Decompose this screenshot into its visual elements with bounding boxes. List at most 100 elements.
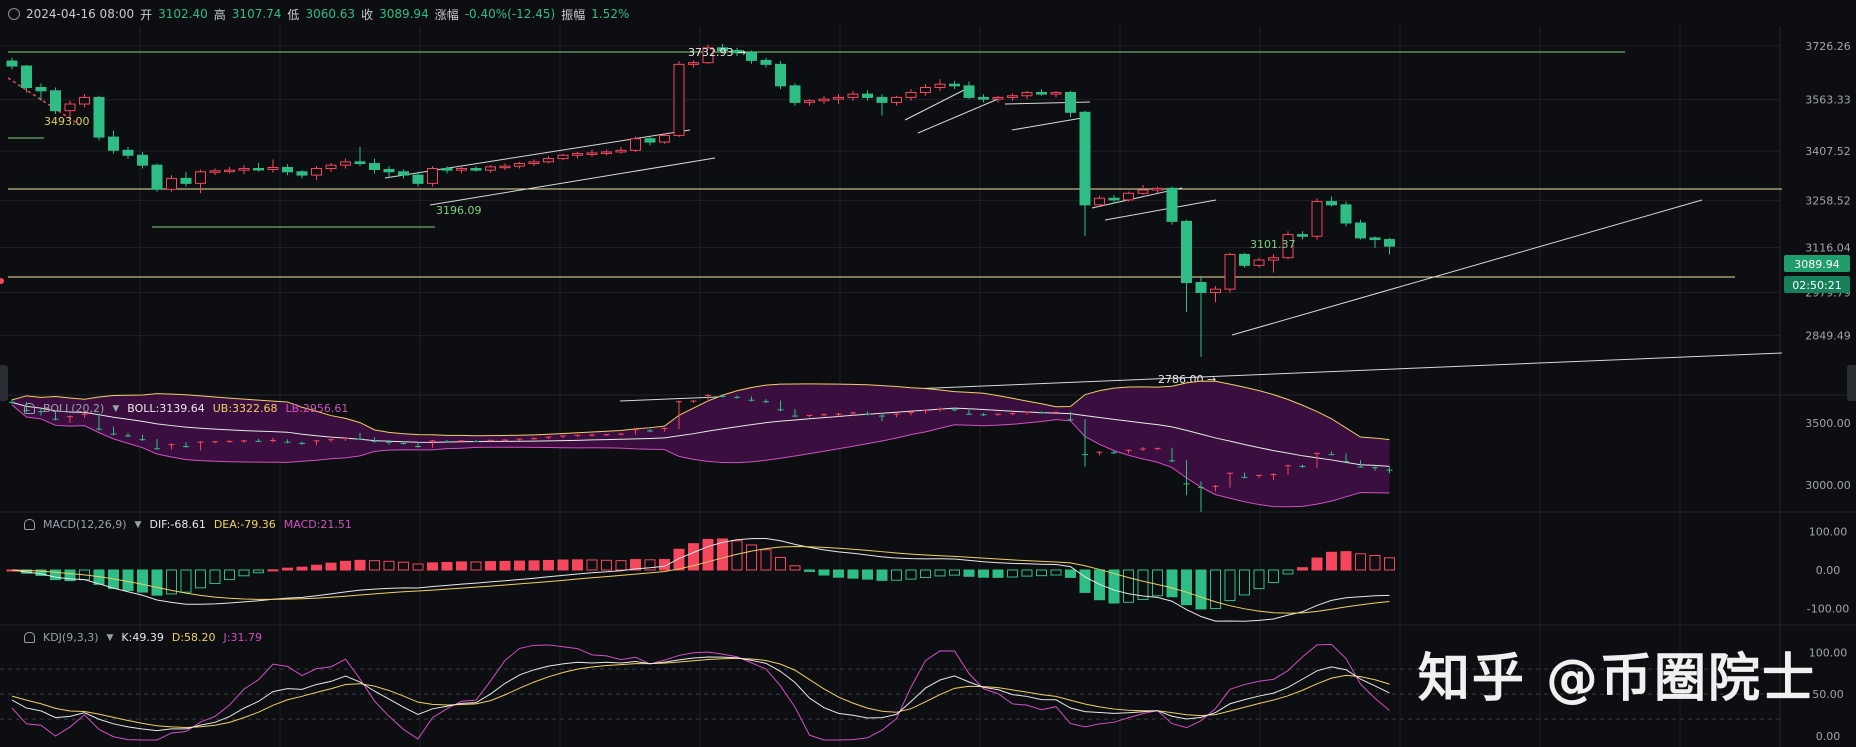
macd-histogram-bar (760, 549, 772, 571)
kdj-name: KDJ(9,3,3) (43, 631, 99, 644)
low-label: 低 (287, 7, 300, 22)
macd-histogram-bar (1326, 551, 1337, 571)
boll-band-fill (12, 381, 1390, 507)
macd-histogram-bar (1340, 551, 1352, 571)
macd-histogram-bar (180, 569, 192, 593)
candle-body (253, 167, 264, 171)
candle-body (325, 164, 337, 169)
candle-body (238, 167, 250, 171)
macd-name: MACD(12,26,9) (43, 518, 127, 531)
candle-body (122, 149, 134, 156)
dropdown-triangle-icon[interactable]: ▼ (135, 520, 142, 530)
change-label: 涨幅 (434, 7, 459, 22)
candle-body (79, 96, 90, 105)
kline-chart[interactable]: 3732.93 →2786.00 →3493.003196.093101.373… (0, 0, 1856, 747)
macd-histogram-bar (775, 556, 786, 571)
price-tick: 3116.04 (1805, 241, 1851, 254)
candle-body (1195, 282, 1207, 293)
left-collapse-handle[interactable] (0, 365, 8, 401)
macd-histogram-bar (1065, 569, 1076, 578)
kdj-j-line (11, 643, 1390, 741)
channel-bottom (429, 157, 716, 206)
current-price-label: 3089.94 (1794, 258, 1840, 271)
boll-indicator-bar: BOLL(20,2) ▼ BOLL:3139.64 UB:3322.68 LB:… (24, 402, 348, 415)
macd-histogram-bar (1384, 557, 1395, 571)
price-tick: 3258.52 (1805, 194, 1851, 207)
collapse-circle-icon[interactable] (8, 8, 20, 20)
macd-histogram-bar (601, 559, 612, 571)
macd-histogram-bar (978, 569, 989, 578)
candle-body (267, 166, 279, 170)
dropdown-triangle-icon[interactable]: ▼ (107, 633, 114, 643)
boll-lb: LB:2956.61 (285, 402, 349, 415)
candle-body (470, 167, 482, 171)
candle-body (108, 136, 119, 151)
candle-body (1340, 204, 1352, 224)
macd-histogram-bar (1094, 569, 1105, 601)
dropdown-triangle-icon[interactable]: ▼ (112, 404, 119, 414)
macd-histogram-bar (1079, 569, 1091, 593)
candle-body (601, 151, 612, 154)
close-value: 3089.94 (379, 7, 429, 21)
candle-body (557, 154, 569, 160)
macd-histogram-bar (804, 569, 815, 572)
candle-body (137, 154, 148, 166)
change-value: -0.40%(-12.45) (464, 7, 556, 21)
boll-tick: 3500.00 (1805, 417, 1851, 430)
macd-histogram-bar (891, 569, 902, 581)
candle-body (891, 96, 902, 103)
channel4-bottom (1104, 199, 1217, 221)
annotation-3196: 3196.09 (436, 204, 482, 217)
candle-body (862, 93, 873, 98)
high-label: 高 (213, 7, 226, 22)
candle-body (978, 96, 989, 100)
macd-histogram-bar (282, 567, 293, 571)
macd-histogram-bar (122, 569, 134, 592)
channel2-bottom (917, 98, 999, 134)
boll-name: BOLL(20,2) (43, 402, 105, 415)
macd-histogram-bar (1297, 567, 1308, 571)
macd-histogram-bar (673, 548, 685, 571)
candle-body (93, 96, 105, 138)
macd-histogram-bar (1239, 569, 1250, 596)
macd-tick: -100.00 (1807, 602, 1849, 615)
macd-histogram-bar (354, 559, 366, 571)
macd-histogram-bar (195, 569, 206, 589)
macd-histogram-bar (1195, 569, 1207, 610)
candle-body (1152, 187, 1163, 191)
macd-dea: DEA:-79.36 (213, 518, 276, 531)
macd-histogram-bar (905, 569, 917, 580)
candle-body (1065, 91, 1076, 113)
macd-histogram-bar (818, 569, 830, 576)
right-collapse-handle[interactable] (1847, 365, 1856, 401)
macd-histogram-bar (398, 561, 409, 571)
candle-body (963, 85, 975, 98)
candle-body (1123, 192, 1134, 201)
candle-body (441, 167, 453, 171)
alert-dot (0, 278, 4, 284)
bell-icon[interactable] (24, 632, 35, 643)
candle-body (1079, 111, 1091, 206)
macd-histogram-bar (1282, 569, 1294, 575)
candle-body (804, 100, 815, 103)
macd-histogram-bar (934, 569, 946, 577)
candle-body (180, 177, 192, 184)
macd-histogram-bar (1355, 553, 1366, 571)
candle-body (514, 163, 525, 167)
kdj-tick: 50.00 (1812, 688, 1844, 701)
macd-histogram-bar (702, 538, 714, 571)
candle-body (369, 163, 380, 170)
macd-histogram-bar (586, 559, 598, 571)
candle-body (1137, 189, 1149, 194)
macd-histogram-bar (920, 569, 931, 579)
bell-icon[interactable] (24, 403, 35, 414)
macd-histogram-bar (949, 569, 960, 576)
macd-histogram-bar (325, 562, 337, 571)
candle-body (833, 96, 844, 100)
macd-dif: DIF:-68.61 (149, 518, 206, 531)
candle-body (21, 65, 32, 88)
candle-body (1094, 197, 1105, 206)
bell-icon[interactable] (24, 519, 35, 530)
candle-body (1210, 288, 1221, 293)
candle-body (543, 158, 554, 163)
